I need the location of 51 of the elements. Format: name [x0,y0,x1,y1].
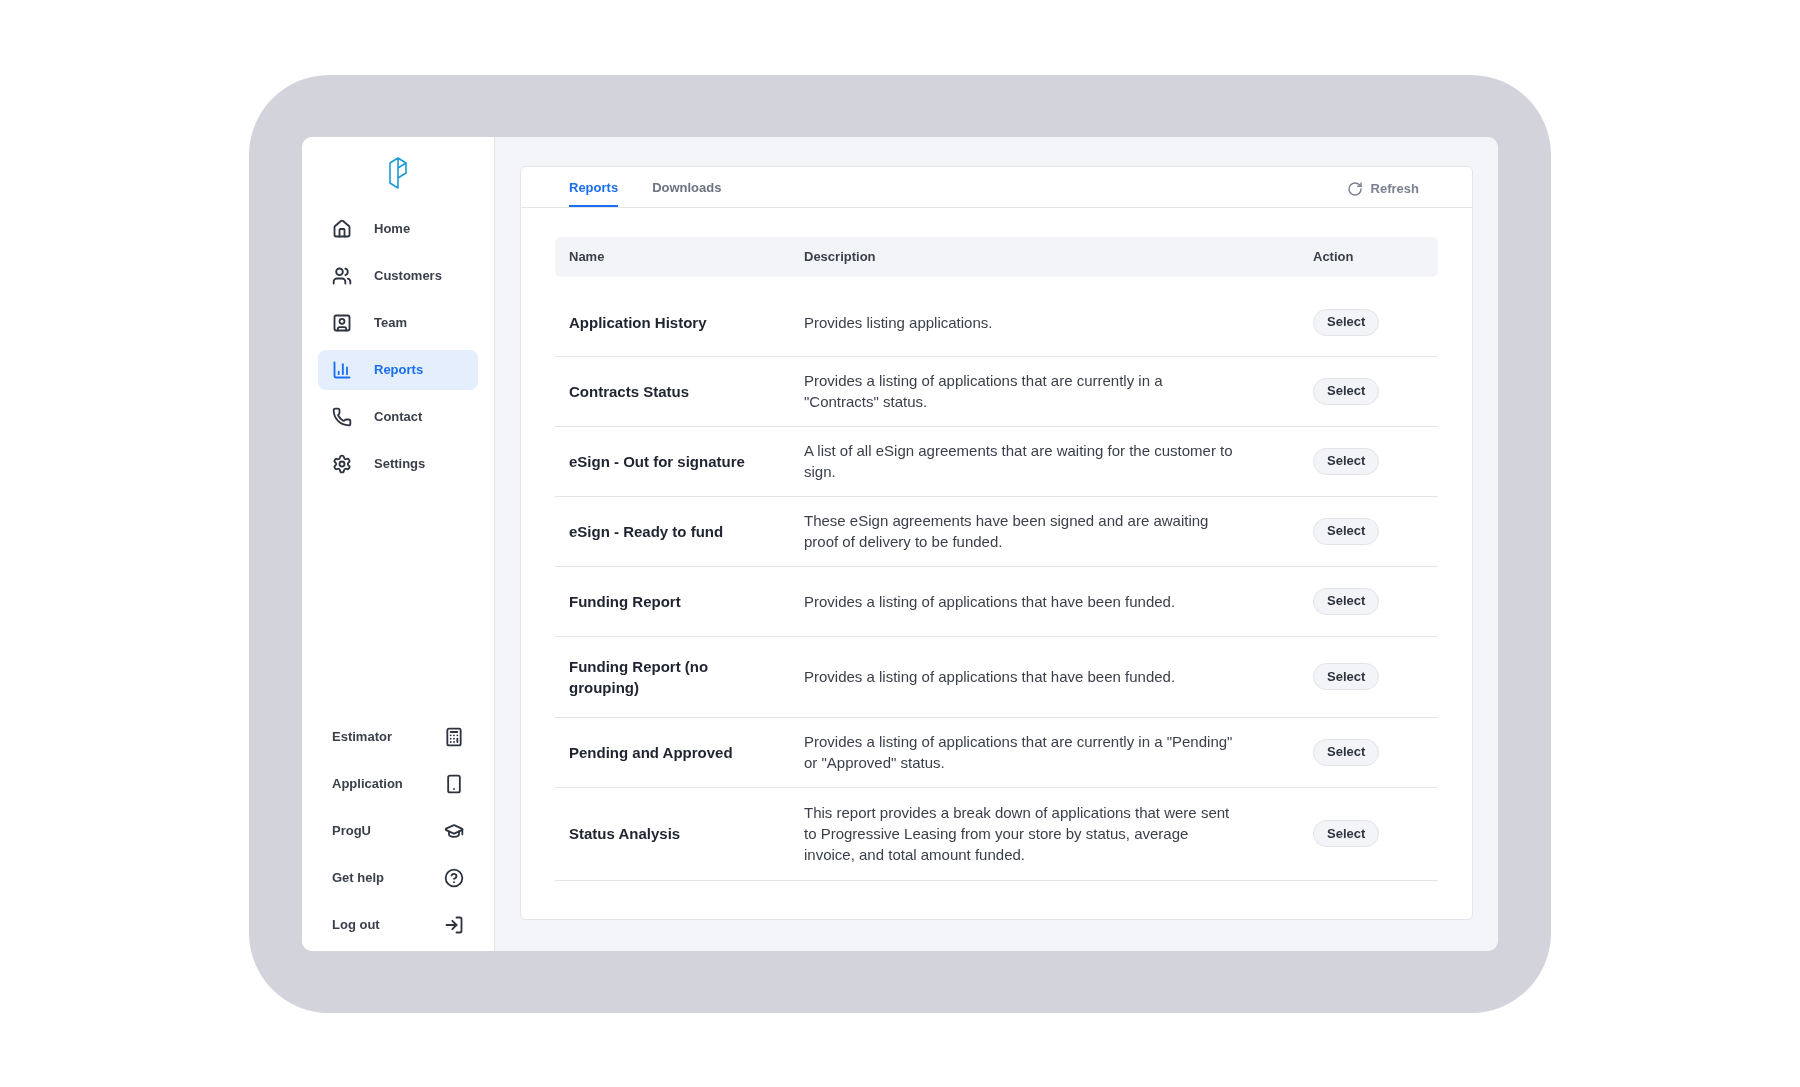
nav-item[interactable]: Team [318,302,478,343]
select-button[interactable]: Select [1313,820,1380,847]
report-name: eSign - Out for signature [569,451,746,472]
nav-item[interactable]: Reports [318,349,478,390]
table-header: Name Description Action [555,236,1438,277]
footer-link[interactable]: Log out [332,910,464,939]
select-button[interactable]: Select [1313,447,1380,475]
logo [388,156,408,189]
footer-link[interactable]: Get help [332,863,464,892]
phone-icon [332,406,352,427]
nav-item[interactable]: Contact [318,396,478,437]
select-button[interactable]: Select [1313,663,1380,690]
report-description: This report provides a break down of applications that were sent to Progressive Leasing from your store by status, average invoice, and total amount funded. [804,803,1231,865]
report-description: Provides a listing of applications that are currently in a "Pending" or "Approved" status. [804,732,1234,773]
report-description: Provides listing applications. [804,312,994,333]
report-description: Provides a listing of applications that are currently in a "Contracts" status. [804,371,1164,412]
help-icon [444,867,464,888]
id-badge-icon [332,312,352,333]
report-name: Funding Report (no grouping) [569,656,710,698]
logout-icon [444,914,464,935]
report-name: Status Analysis [569,824,682,844]
refresh-button[interactable]: Refresh [1346,178,1424,199]
report-description: Provides a listing of applications that have been funded. [804,667,1177,687]
tab[interactable]: Reports [569,166,619,207]
select-button[interactable]: Select [1313,517,1380,545]
tab[interactable]: Downloads [652,166,722,207]
report-name: Pending and Approved [569,742,734,763]
people-icon [332,265,352,286]
footer-link[interactable]: ProgU [332,816,464,845]
nav-item[interactable]: Customers [318,255,478,296]
select-button[interactable]: Select [1313,738,1380,766]
report-name: eSign - Ready to fund [569,521,725,542]
footer-link[interactable]: Estimator [332,722,464,751]
bar-chart-icon [332,359,352,380]
report-description: A list of all eSign agreements that are waiting for the customer to sign. [804,441,1234,482]
report-name: Application History [569,312,708,333]
settings-icon [332,453,352,474]
report-description: These eSign agreements have been signed and are awaiting proof of delivery to be funded. [804,511,1210,552]
select-button[interactable]: Select [1313,308,1380,336]
select-button[interactable]: Select [1313,587,1380,615]
select-button[interactable]: Select [1313,377,1380,405]
footer-link[interactable]: Application [332,769,464,798]
smartphone-icon [444,773,464,794]
nav-item[interactable]: Home [318,208,478,249]
report-name: Contracts Status [569,381,691,402]
nav-item[interactable]: Settings [318,443,478,484]
home-icon [332,218,352,239]
calculator-icon [444,726,464,747]
refresh-icon [1346,180,1363,197]
report-name: Funding Report [569,591,682,612]
report-description: Provides a listing of applications that have been funded. [804,591,1177,612]
